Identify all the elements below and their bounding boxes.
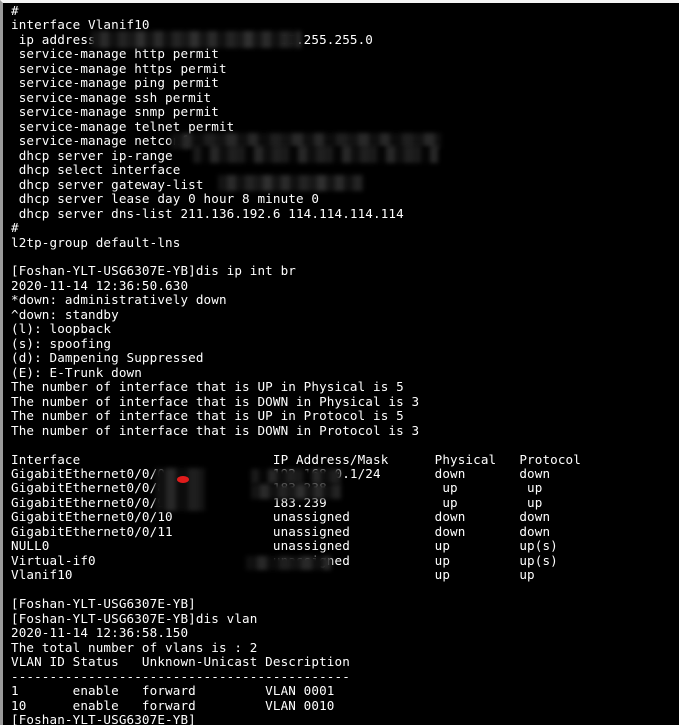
terminal-line: 10 enable forward VLAN 0010 [11, 697, 335, 713]
terminal-line: 1 enable forward VLAN 0001 [11, 683, 335, 699]
terminal-line: NULL0 unassigned up up(s) [11, 538, 558, 554]
terminal-line: service-manage snmp permit [11, 104, 219, 120]
terminal-line: service-manage https permit [11, 60, 227, 76]
terminal-line: service-manage ssh permit [11, 89, 212, 105]
terminal-line: dhcp server gateway-list [11, 176, 204, 192]
terminal-line: [Foshan-YLT-USG6307E-YB]dis ip int br [11, 263, 296, 279]
terminal-line: The number of interface that is DOWN in … [11, 393, 420, 409]
terminal-line: service-manage telnet permit [11, 118, 235, 134]
terminal-line: [Foshan-YLT-USG6307E-YB] [11, 711, 196, 725]
terminal-line: The number of interface that is UP in Pr… [11, 408, 404, 424]
terminal-line: Vlanif10 up up [11, 567, 535, 583]
terminal-line: dhcp server lease day 0 hour 8 minute 0 [11, 191, 320, 207]
terminal-line: GigabitEthernet0/0/9 183.239 up up [11, 494, 543, 510]
terminal-line: VLAN ID Status Unknown-Unicast Descripti… [11, 654, 350, 670]
terminal-line: (E): E-Trunk down [11, 364, 142, 380]
terminal-window[interactable]: # interface Vlanif10 ip address 55.255.25… [0, 0, 679, 725]
terminal-line: service-manage http permit [11, 46, 219, 62]
terminal-line: Virtual-if0 unassigned up up(s) [11, 552, 558, 568]
terminal-line: service-manage netconf [11, 133, 189, 149]
terminal-line: 2020-11-14 12:36:58.150 [11, 625, 189, 641]
terminal-line: (d): Dampening Suppressed [11, 350, 204, 366]
terminal-line: ip address 55.255.255.0 [11, 31, 373, 47]
terminal-line: GigabitEthernet0/0/11 unassigned down do… [11, 523, 551, 539]
terminal-line: (l): loopback [11, 321, 112, 337]
terminal-line: # [11, 3, 19, 18]
terminal-line: Interface IP Address/Mask Physical Proto… [11, 451, 581, 467]
terminal-line: The number of interface that is UP in Ph… [11, 379, 404, 395]
terminal-line: *down: administratively down [11, 292, 227, 308]
terminal-line: service-manage ping permit [11, 75, 219, 91]
terminal-line: dhcp select interface [11, 162, 181, 178]
terminal-line: dhcp server dns-list 211.136.192.6 114.1… [11, 205, 404, 221]
terminal-line: ----------------------------------------… [11, 668, 350, 684]
terminal-line: (s): spoofing [11, 335, 112, 351]
terminal-line: GigabitEthernet0/0/0 192.168.0.1/24 down… [11, 466, 551, 481]
terminal-line: # [11, 220, 19, 236]
terminal-line: [Foshan-YLT-USG6307E-YB]dis vlan [11, 610, 258, 626]
terminal-line: GigabitEthernet0/0/8 183.238 up up [11, 480, 543, 496]
terminal-line: l2tp-group default-lns [11, 234, 181, 250]
terminal-line: The total number of vlans is : 2 [11, 639, 258, 655]
terminal-line: interface Vlanif10 [11, 17, 150, 33]
terminal-line: 2020-11-14 12:36:50.630 [11, 277, 189, 293]
terminal-line: ^down: standby [11, 306, 119, 322]
terminal-output-area[interactable]: # interface Vlanif10 ip address 55.255.25… [3, 3, 679, 725]
terminal-line: GigabitEthernet0/0/10 unassigned down do… [11, 509, 551, 525]
terminal-line: The number of interface that is DOWN in … [11, 422, 420, 438]
terminal-line: dhcp server ip-range [11, 147, 173, 163]
terminal-line: [Foshan-YLT-USG6307E-YB] [11, 596, 196, 612]
